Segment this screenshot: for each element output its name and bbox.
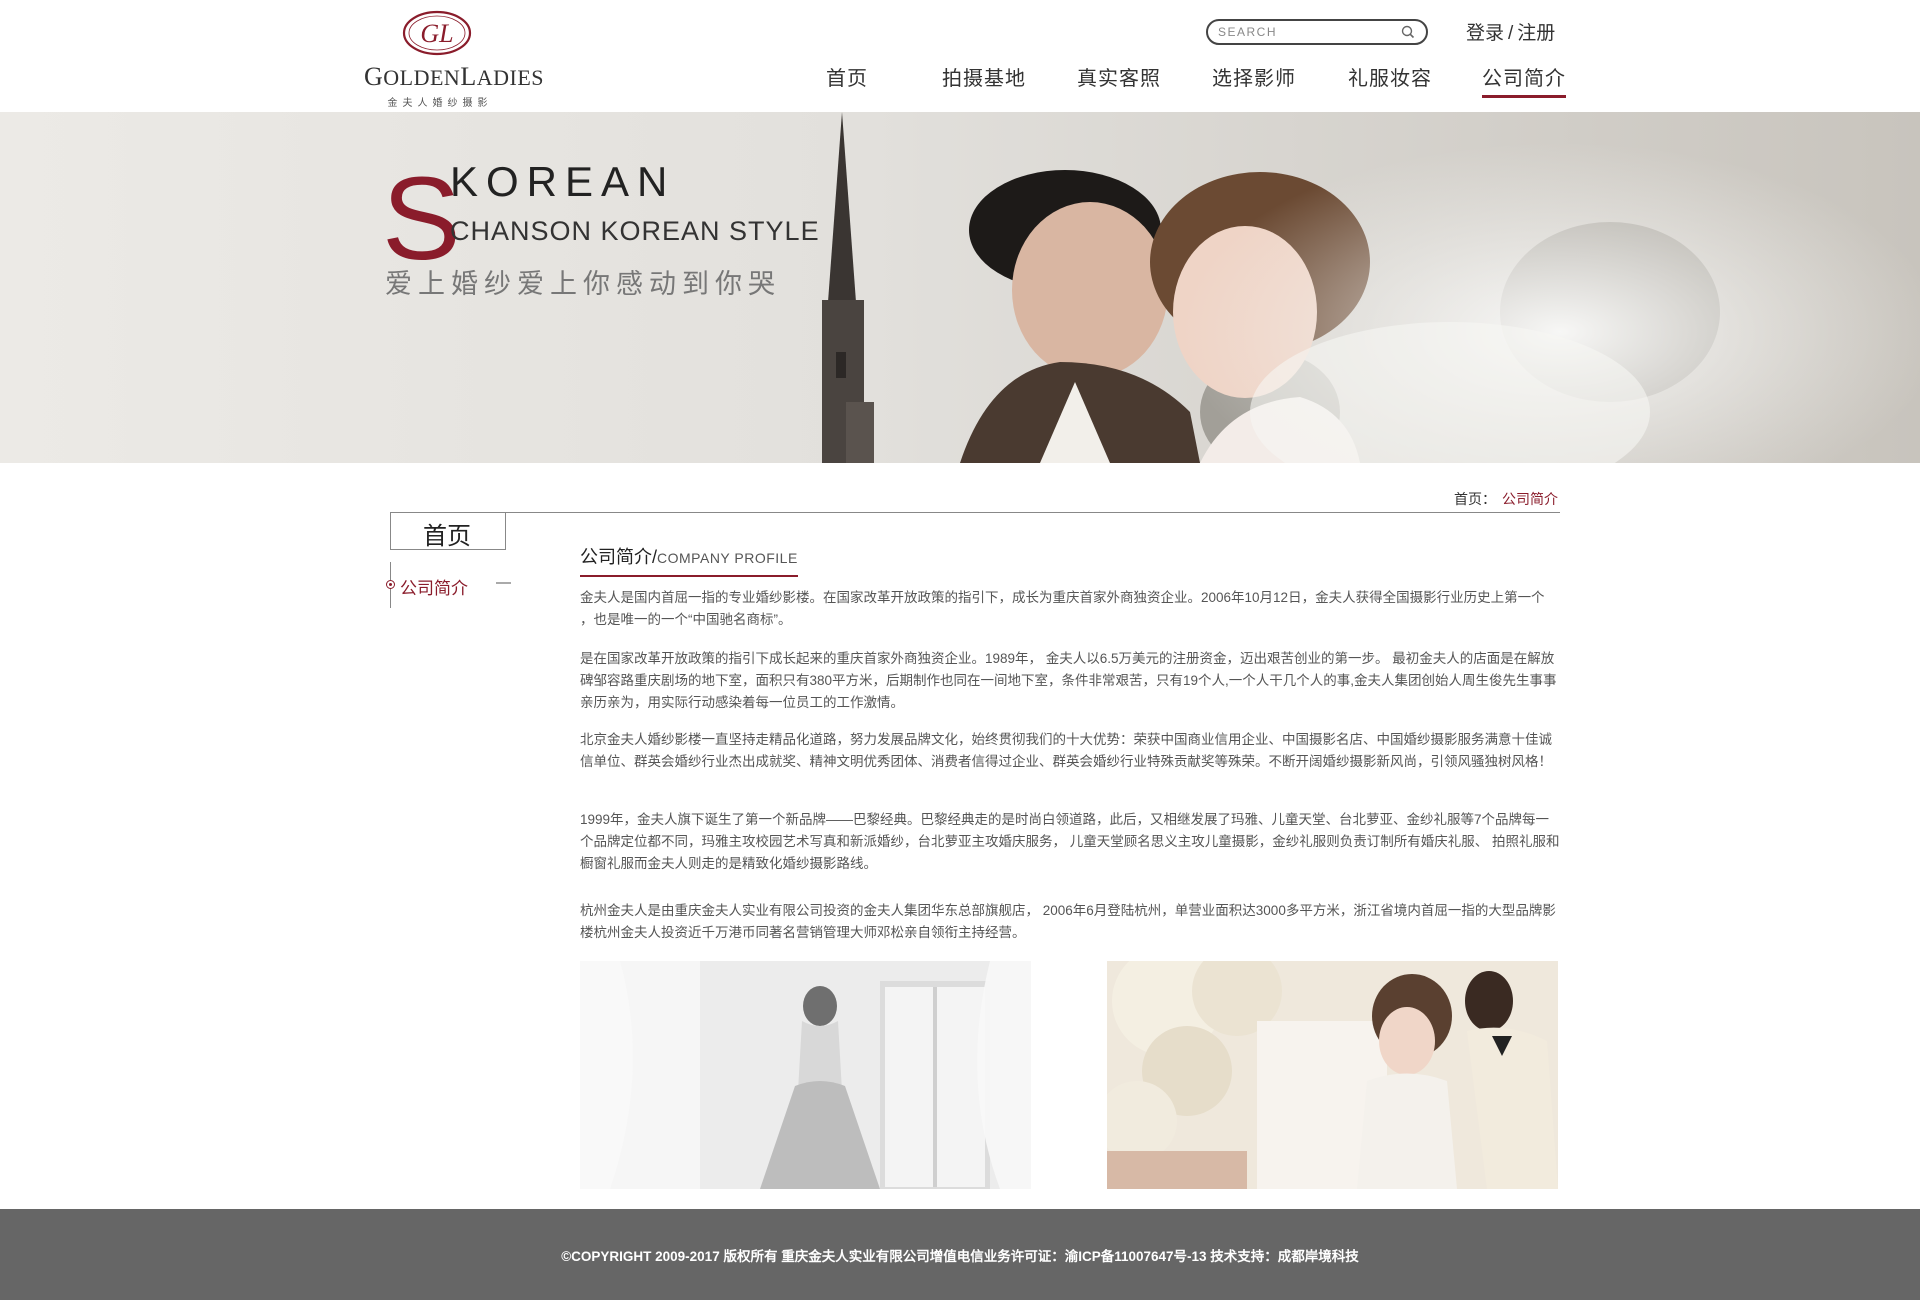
auth-links: 登录 / 注册 — [1466, 18, 1555, 45]
logo-rest-l: ADIES — [476, 65, 544, 90]
logo-monogram-icon: GL — [402, 10, 472, 56]
sidebar-title[interactable]: 首页 — [423, 516, 471, 551]
section-title: 公司简介/COMPANY PROFILE — [580, 543, 798, 577]
sidebar-item-label: 公司简介 — [400, 579, 468, 598]
nav-home[interactable]: 首页 — [826, 62, 868, 91]
search-input[interactable] — [1218, 23, 1398, 41]
breadcrumb-current: 公司简介 — [1502, 491, 1558, 507]
section-title-cn: 公司简介 — [580, 547, 652, 567]
photo-bride-window-image — [580, 961, 1031, 1189]
nav-dress-makeup[interactable]: 礼服妆容 — [1348, 62, 1432, 91]
logo-monogram-text: GL — [420, 19, 453, 48]
paragraph-3: 北京金夫人婚纱影楼一直坚持走精品化道路，努力发展品牌文化，始终贯彻我们的十大优势… — [580, 732, 1552, 769]
hero-banner: S KOREAN CHANSON KOREAN STYLE 爱上婚纱爱上你感动到… — [0, 112, 1920, 463]
paragraph-2: 是在国家改革开放政策的指引下成长起来的重庆首家外商独资企业。1989年， 金夫人… — [580, 651, 1557, 710]
sidebar-item-dash: — — [496, 574, 511, 591]
sidebar-title-box: 首页 — [390, 512, 506, 550]
logo-subtitle: 金夫人婚纱摄影 — [387, 98, 493, 109]
nav-shooting-base[interactable]: 拍摄基地 — [942, 62, 1026, 91]
auth-separator: / — [1508, 23, 1514, 44]
footer-copyright: ©COPYRIGHT 2009-2017 版权所有 重庆金夫人实业有限公司增值电… — [561, 1249, 1359, 1264]
logo-initial-l: L — [460, 62, 477, 91]
search-icon[interactable] — [1400, 24, 1416, 40]
banner-big-letter: S — [382, 153, 461, 285]
sidebar-item-company-profile[interactable]: 公司简介 — — [386, 574, 526, 598]
section-title-en: COMPANY PROFILE — [657, 550, 798, 566]
banner-subtitle: CHANSON KOREAN STYLE — [450, 216, 820, 246]
photo-bride-window — [580, 961, 1031, 1189]
site-footer: ©COPYRIGHT 2009-2017 版权所有 重庆金夫人实业有限公司增值电… — [0, 1209, 1920, 1300]
content-divider — [390, 512, 1560, 513]
banner-slogan: 爱上婚纱爱上你感动到你哭 — [385, 269, 781, 299]
logo-rest-g: OLDEN — [383, 65, 461, 90]
logo[interactable]: GL GOLDENLADIES 金夫人婚纱摄影 — [364, 10, 543, 109]
breadcrumb: 首页： 公司简介 — [1454, 489, 1558, 509]
logo-brand-name: GOLDENLADIES — [364, 62, 543, 92]
photo-couple-flowers — [1107, 961, 1558, 1189]
paragraph-5: 杭州金夫人是由重庆金夫人实业有限公司投资的金夫人集团华东总部旗舰店， 2006年… — [580, 903, 1556, 940]
nav-company-profile[interactable]: 公司简介 — [1482, 62, 1566, 98]
photo-couple-flowers-image — [1107, 961, 1558, 1189]
nav-client-photos[interactable]: 真实客照 — [1077, 62, 1161, 91]
breadcrumb-home[interactable]: 首页： — [1454, 491, 1496, 507]
banner-title: KOREAN — [450, 158, 676, 205]
site-header: GL GOLDENLADIES 金夫人婚纱摄影 登录/注册 首页 拍摄基地 真实… — [0, 0, 1920, 112]
bullet-icon — [386, 580, 395, 589]
search-box — [1206, 19, 1428, 45]
banner-wedding-photo — [0, 112, 1920, 463]
logo-initial-g: G — [364, 62, 384, 91]
paragraph-1: 金夫人是国内首屈一指的专业婚纱影楼。在国家改革开放政策的指引下，成长为重庆首家外… — [580, 590, 1545, 627]
paragraph-4: 1999年，金夫人旗下诞生了第一个新品牌——巴黎经典。巴黎经典走的是时尚白领道路… — [580, 812, 1560, 871]
nav-photographers[interactable]: 选择影师 — [1212, 62, 1296, 91]
login-link[interactable]: 登录 — [1466, 23, 1504, 44]
register-link[interactable]: 注册 — [1517, 23, 1555, 44]
